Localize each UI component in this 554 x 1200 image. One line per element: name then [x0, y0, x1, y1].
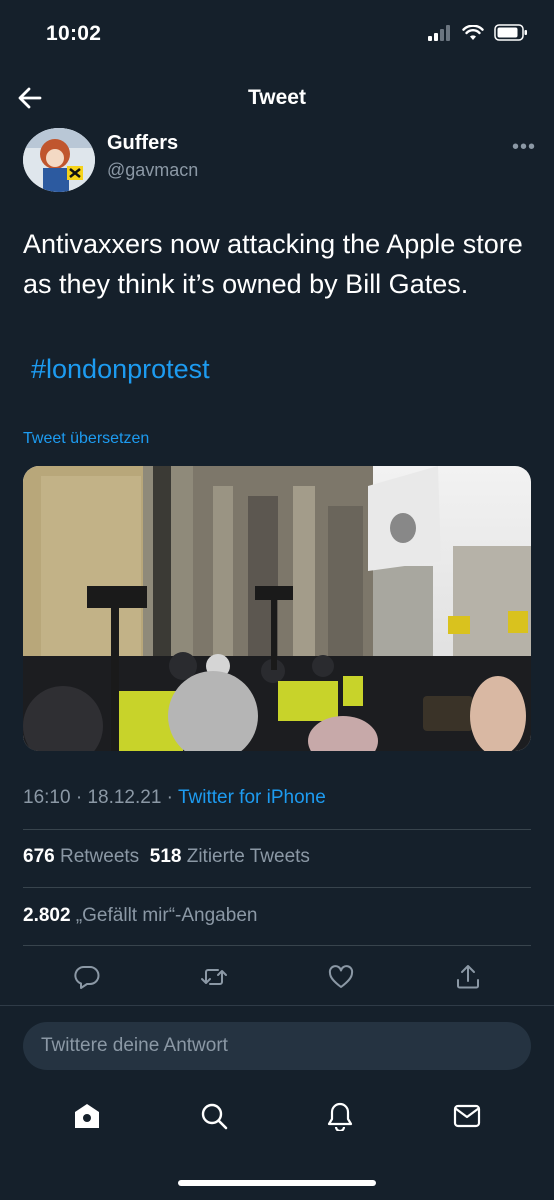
header-title: Tweet [248, 86, 306, 109]
divider [23, 887, 531, 888]
tweet-actions [23, 958, 531, 996]
home-indicator [178, 1180, 376, 1186]
tweet-date: 18.12.21 [87, 787, 162, 808]
divider [23, 829, 531, 830]
tweet-meta: 16:10 · 18.12.21 · Twitter for iPhone [23, 787, 326, 808]
author-handle[interactable]: @gavmacn [107, 160, 198, 181]
tweet-source-link[interactable]: Twitter for iPhone [178, 787, 326, 808]
hashtag-link[interactable]: #londonprotest [31, 354, 210, 385]
wifi-icon [462, 24, 484, 40]
divider [0, 1005, 554, 1006]
quote-count[interactable]: 518 [150, 846, 182, 867]
status-time: 10:02 [46, 22, 102, 45]
battery-icon [494, 24, 527, 41]
tab-bar [0, 1085, 554, 1147]
cellular-signal-icon [428, 24, 450, 41]
like-label[interactable]: „Gefällt mir“-Angaben [76, 905, 258, 926]
reply-placeholder: Twittere deine Antwort [41, 1035, 228, 1056]
like-stats: 2.802 „Gefällt mir“-Angaben [23, 905, 257, 927]
avatar[interactable] [23, 128, 95, 192]
author-name[interactable]: Guffers [107, 132, 178, 155]
retweet-stats: 676 Retweets 518 Zitierte Tweets [23, 846, 310, 868]
retweet-label[interactable]: Retweets [60, 846, 139, 867]
tweet-text: Antivaxxers now attacking the Apple stor… [23, 229, 523, 299]
reply-icon[interactable] [73, 963, 101, 991]
home-icon[interactable] [72, 1101, 102, 1131]
status-icons [428, 24, 528, 41]
share-icon[interactable] [454, 963, 482, 991]
tweet-media-image[interactable] [23, 466, 531, 751]
divider [23, 945, 531, 946]
retweet-count[interactable]: 676 [23, 846, 55, 867]
retweet-icon[interactable] [200, 963, 228, 991]
messages-icon[interactable] [452, 1101, 482, 1131]
quote-label[interactable]: Zitierte Tweets [187, 846, 310, 867]
tweet-time: 16:10 [23, 787, 71, 808]
translate-tweet-link[interactable]: Tweet übersetzen [23, 430, 149, 448]
like-icon[interactable] [327, 963, 355, 991]
more-options-icon[interactable]: ••• [512, 136, 536, 159]
like-count[interactable]: 2.802 [23, 905, 71, 926]
search-icon[interactable] [199, 1101, 229, 1131]
notifications-icon[interactable] [325, 1101, 355, 1131]
